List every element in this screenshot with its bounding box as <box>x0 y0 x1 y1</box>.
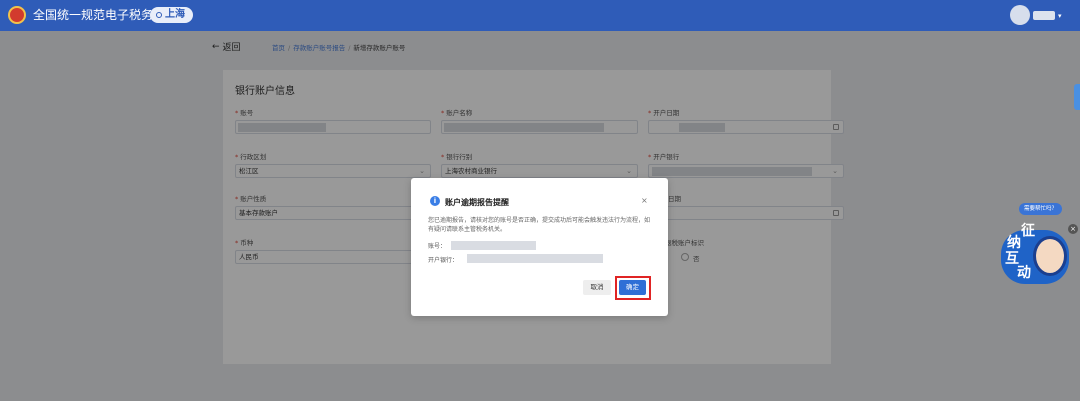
dialog-bank-label: 开户银行： <box>428 257 459 264</box>
close-icon[interactable]: × <box>1068 224 1078 234</box>
top-bar: 全国统一规范电子税务局 上海 ▾ <box>0 0 1080 31</box>
side-tab[interactable] <box>1074 84 1080 110</box>
dialog-bank-row: 开户银行： <box>428 255 458 264</box>
site-title: 全国统一规范电子税务局 <box>33 8 166 22</box>
assistant-mascot-icon <box>1033 236 1067 276</box>
avatar[interactable] <box>1010 5 1030 25</box>
assistant-char: 动 <box>1017 265 1031 281</box>
dialog-bank-redacted <box>467 254 603 263</box>
assistant-char: 纳 <box>1007 235 1021 251</box>
user-name-redacted[interactable] <box>1033 11 1055 20</box>
dialog-account-label: 账号： <box>428 243 447 250</box>
region-selector[interactable]: 上海 <box>150 7 193 23</box>
location-pin-icon <box>156 12 162 18</box>
tax-emblem-icon <box>8 6 26 24</box>
help-bubble[interactable]: 需要帮忙吗？ <box>1019 203 1063 215</box>
close-icon[interactable]: × <box>641 196 648 205</box>
assistant-char: 征 <box>1021 223 1035 239</box>
dialog-account-redacted <box>451 241 536 250</box>
region-label: 上海 <box>165 9 185 20</box>
assistant-widget[interactable]: 征 纳 互 动 <box>1001 222 1071 286</box>
info-icon: i <box>430 196 440 206</box>
dialog-account-row: 账号： <box>428 241 446 250</box>
cancel-button[interactable]: 取消 <box>583 280 611 295</box>
confirm-highlight-box <box>615 276 651 300</box>
overdue-report-dialog: i 账户逾期报告提醒 × 您已逾期报告，请核对您的账号是否正确，提交成功后可能会… <box>411 178 668 316</box>
dialog-title: 账户逾期报告提醒 <box>445 198 509 207</box>
chevron-down-icon[interactable]: ▾ <box>1058 12 1062 20</box>
dialog-message: 您已逾期报告，请核对您的账号是否正确，提交成功后可能会触发违法行为流程，如有疑问… <box>428 217 651 233</box>
